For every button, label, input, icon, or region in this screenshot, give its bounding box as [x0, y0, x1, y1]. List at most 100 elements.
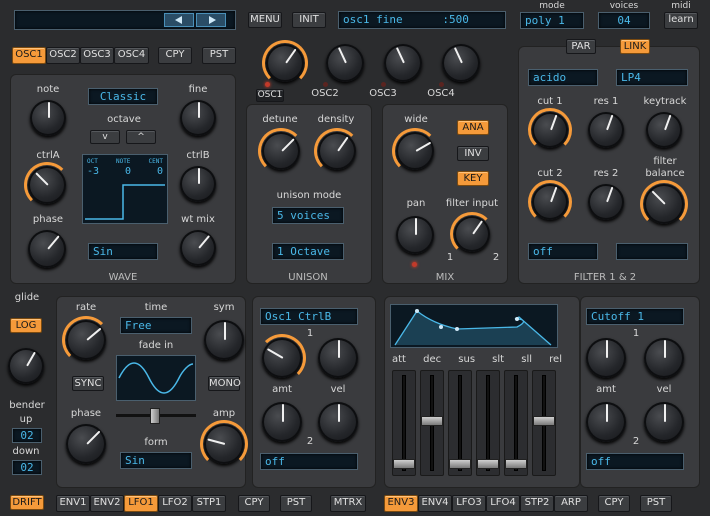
mod1-target2-select[interactable]: off: [260, 453, 358, 470]
tab-lfo2[interactable]: LFO2: [158, 495, 192, 512]
tab-osc3[interactable]: OSC3: [80, 47, 114, 64]
ctrlB-knob[interactable]: [180, 166, 216, 202]
glide-knob[interactable]: [8, 348, 44, 384]
env-sus-fader[interactable]: [448, 370, 472, 476]
mod2-vel-knob[interactable]: [644, 338, 684, 378]
tab-env4[interactable]: ENV4: [418, 495, 452, 512]
mode-select[interactable]: poly 1: [520, 12, 584, 29]
log-button[interactable]: LOG: [10, 318, 42, 333]
res1-knob[interactable]: [588, 112, 624, 148]
osc3-level-knob[interactable]: [384, 44, 422, 82]
lfo-phase-knob[interactable]: [66, 424, 106, 464]
pan-knob[interactable]: [396, 216, 434, 254]
osc-paste-button[interactable]: PST: [202, 47, 236, 64]
env-att-fader[interactable]: [392, 370, 416, 476]
env-dec-fader[interactable]: [420, 370, 444, 476]
phase-knob[interactable]: [28, 230, 66, 268]
octave-down-button[interactable]: v: [90, 130, 120, 144]
tab-lfo3[interactable]: LFO3: [452, 495, 486, 512]
unison-octave-select[interactable]: 1 Octave: [272, 243, 344, 260]
density-knob[interactable]: [314, 128, 360, 174]
filter-mod-select[interactable]: off: [528, 243, 598, 260]
mod-paste-button-right[interactable]: PST: [640, 495, 672, 512]
tab-stp1[interactable]: STP1: [192, 495, 226, 512]
bender-up-value[interactable]: 02: [12, 428, 42, 443]
osc4-level-knob[interactable]: [442, 44, 480, 82]
ctrlA-knob[interactable]: [24, 162, 70, 208]
env-slt-fader[interactable]: [476, 370, 500, 476]
mod2-target2-select[interactable]: off: [586, 453, 684, 470]
osc-copy-button[interactable]: CPY: [158, 47, 192, 64]
lfo-sync-button[interactable]: SYNC: [72, 376, 104, 391]
waveform-select[interactable]: Classic: [88, 88, 158, 105]
link-button[interactable]: LINK: [620, 39, 650, 54]
note-knob[interactable]: [30, 100, 66, 136]
mod2-amt-knob[interactable]: [586, 338, 626, 378]
tab-arp[interactable]: ARP: [554, 495, 588, 512]
lfo-fade-slider[interactable]: [116, 408, 196, 424]
res2-knob[interactable]: [588, 184, 624, 220]
filter-input-knob[interactable]: [450, 212, 494, 256]
lfo-form-select[interactable]: Sin: [120, 452, 192, 469]
cut1-knob[interactable]: [528, 108, 572, 152]
filter-balance-knob[interactable]: [640, 180, 688, 228]
tab-osc4[interactable]: OSC4: [114, 47, 149, 64]
tab-env2[interactable]: ENV2: [90, 495, 124, 512]
tab-lfo4[interactable]: LFO4: [486, 495, 520, 512]
mod1-amt2-knob[interactable]: [262, 402, 302, 442]
osc1-level-knob[interactable]: [262, 40, 308, 86]
filter-mod-select-2[interactable]: [616, 243, 688, 260]
mod1-vel-knob[interactable]: [318, 338, 358, 378]
voices-select[interactable]: 04: [598, 12, 650, 29]
menu-button[interactable]: MENU: [248, 12, 282, 28]
cut2-knob[interactable]: [528, 180, 572, 224]
preset-prev-icon[interactable]: [164, 13, 194, 27]
lfo-amp-knob[interactable]: [200, 420, 248, 468]
osc4-active-led: [439, 82, 444, 87]
mod-copy-button-left[interactable]: CPY: [238, 495, 270, 512]
keytrack-knob[interactable]: [646, 112, 682, 148]
tab-lfo1[interactable]: LFO1: [124, 495, 158, 512]
matrix-button[interactable]: MTRX: [330, 495, 366, 512]
mod1-vel2-knob[interactable]: [318, 402, 358, 442]
lfo-sym-knob[interactable]: [204, 320, 244, 360]
lfo-mono-button[interactable]: MONO: [208, 376, 241, 391]
init-button[interactable]: INIT: [292, 12, 326, 28]
octave-up-button[interactable]: ^: [126, 130, 156, 144]
parallel-button[interactable]: PAR: [566, 39, 596, 54]
env-sll-fader[interactable]: [504, 370, 528, 476]
invert-button[interactable]: INV: [457, 146, 489, 161]
tab-env1[interactable]: ENV1: [56, 495, 90, 512]
mod2-vel2-knob[interactable]: [644, 402, 684, 442]
osc1-select-label[interactable]: OSC1: [256, 89, 284, 102]
wave-shape-select[interactable]: Sin: [88, 243, 158, 260]
wide-knob[interactable]: [392, 128, 438, 174]
mod1-target-select[interactable]: Osc1 CtrlB: [260, 308, 358, 325]
lfo-rate-knob[interactable]: [62, 316, 110, 364]
lfo-time-select[interactable]: Free: [120, 317, 192, 334]
tab-stp2[interactable]: STP2: [520, 495, 554, 512]
detune-knob[interactable]: [258, 128, 304, 174]
preset-next-icon[interactable]: [196, 13, 226, 27]
unison-voices-select[interactable]: 5 voices: [272, 207, 344, 224]
osc2-level-knob[interactable]: [326, 44, 364, 82]
tab-osc2[interactable]: OSC2: [46, 47, 80, 64]
midi-learn-button[interactable]: learn: [664, 12, 698, 29]
mod2-target-select[interactable]: Cutoff 1: [586, 308, 684, 325]
octave-label: octave: [107, 114, 141, 125]
mod2-amt2-knob[interactable]: [586, 402, 626, 442]
drift-button[interactable]: DRIFT: [10, 495, 44, 510]
bender-down-value[interactable]: 02: [12, 460, 42, 475]
fine-knob[interactable]: [180, 100, 216, 136]
tab-osc1[interactable]: OSC1: [12, 47, 46, 64]
filter2-type-select[interactable]: LP4: [616, 69, 688, 86]
env-rel-fader[interactable]: [532, 370, 556, 476]
filter1-type-select[interactable]: acido: [528, 69, 598, 86]
wt-mix-knob[interactable]: [180, 230, 216, 266]
key-button[interactable]: KEY: [457, 171, 489, 186]
mod-copy-button-right[interactable]: CPY: [598, 495, 630, 512]
mod1-amt-knob[interactable]: [258, 334, 306, 382]
tab-env3[interactable]: ENV3: [384, 495, 418, 512]
mod-paste-button-left[interactable]: PST: [280, 495, 312, 512]
analog-button[interactable]: ANA: [457, 120, 489, 135]
